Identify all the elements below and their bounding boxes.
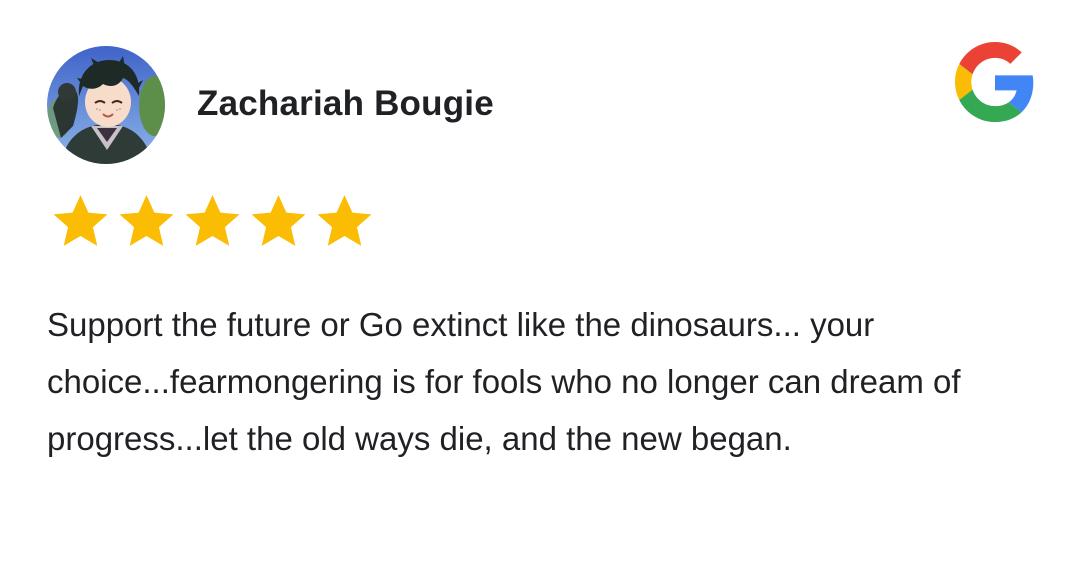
reviewer-name[interactable]: Zachariah Bougie <box>197 84 494 124</box>
star-icon <box>185 195 240 246</box>
review-card: Zachariah Bougie Support the future or G… <box>0 0 1080 571</box>
google-g-icon <box>955 42 1035 122</box>
avatar[interactable] <box>47 46 165 164</box>
star-icon <box>251 195 306 246</box>
star-icon <box>119 195 174 246</box>
avatar-image <box>47 46 165 164</box>
star-icon <box>317 195 372 246</box>
star-icon <box>53 195 108 246</box>
star-rating <box>50 191 375 252</box>
review-text: Support the future or Go extinct like th… <box>47 306 961 457</box>
